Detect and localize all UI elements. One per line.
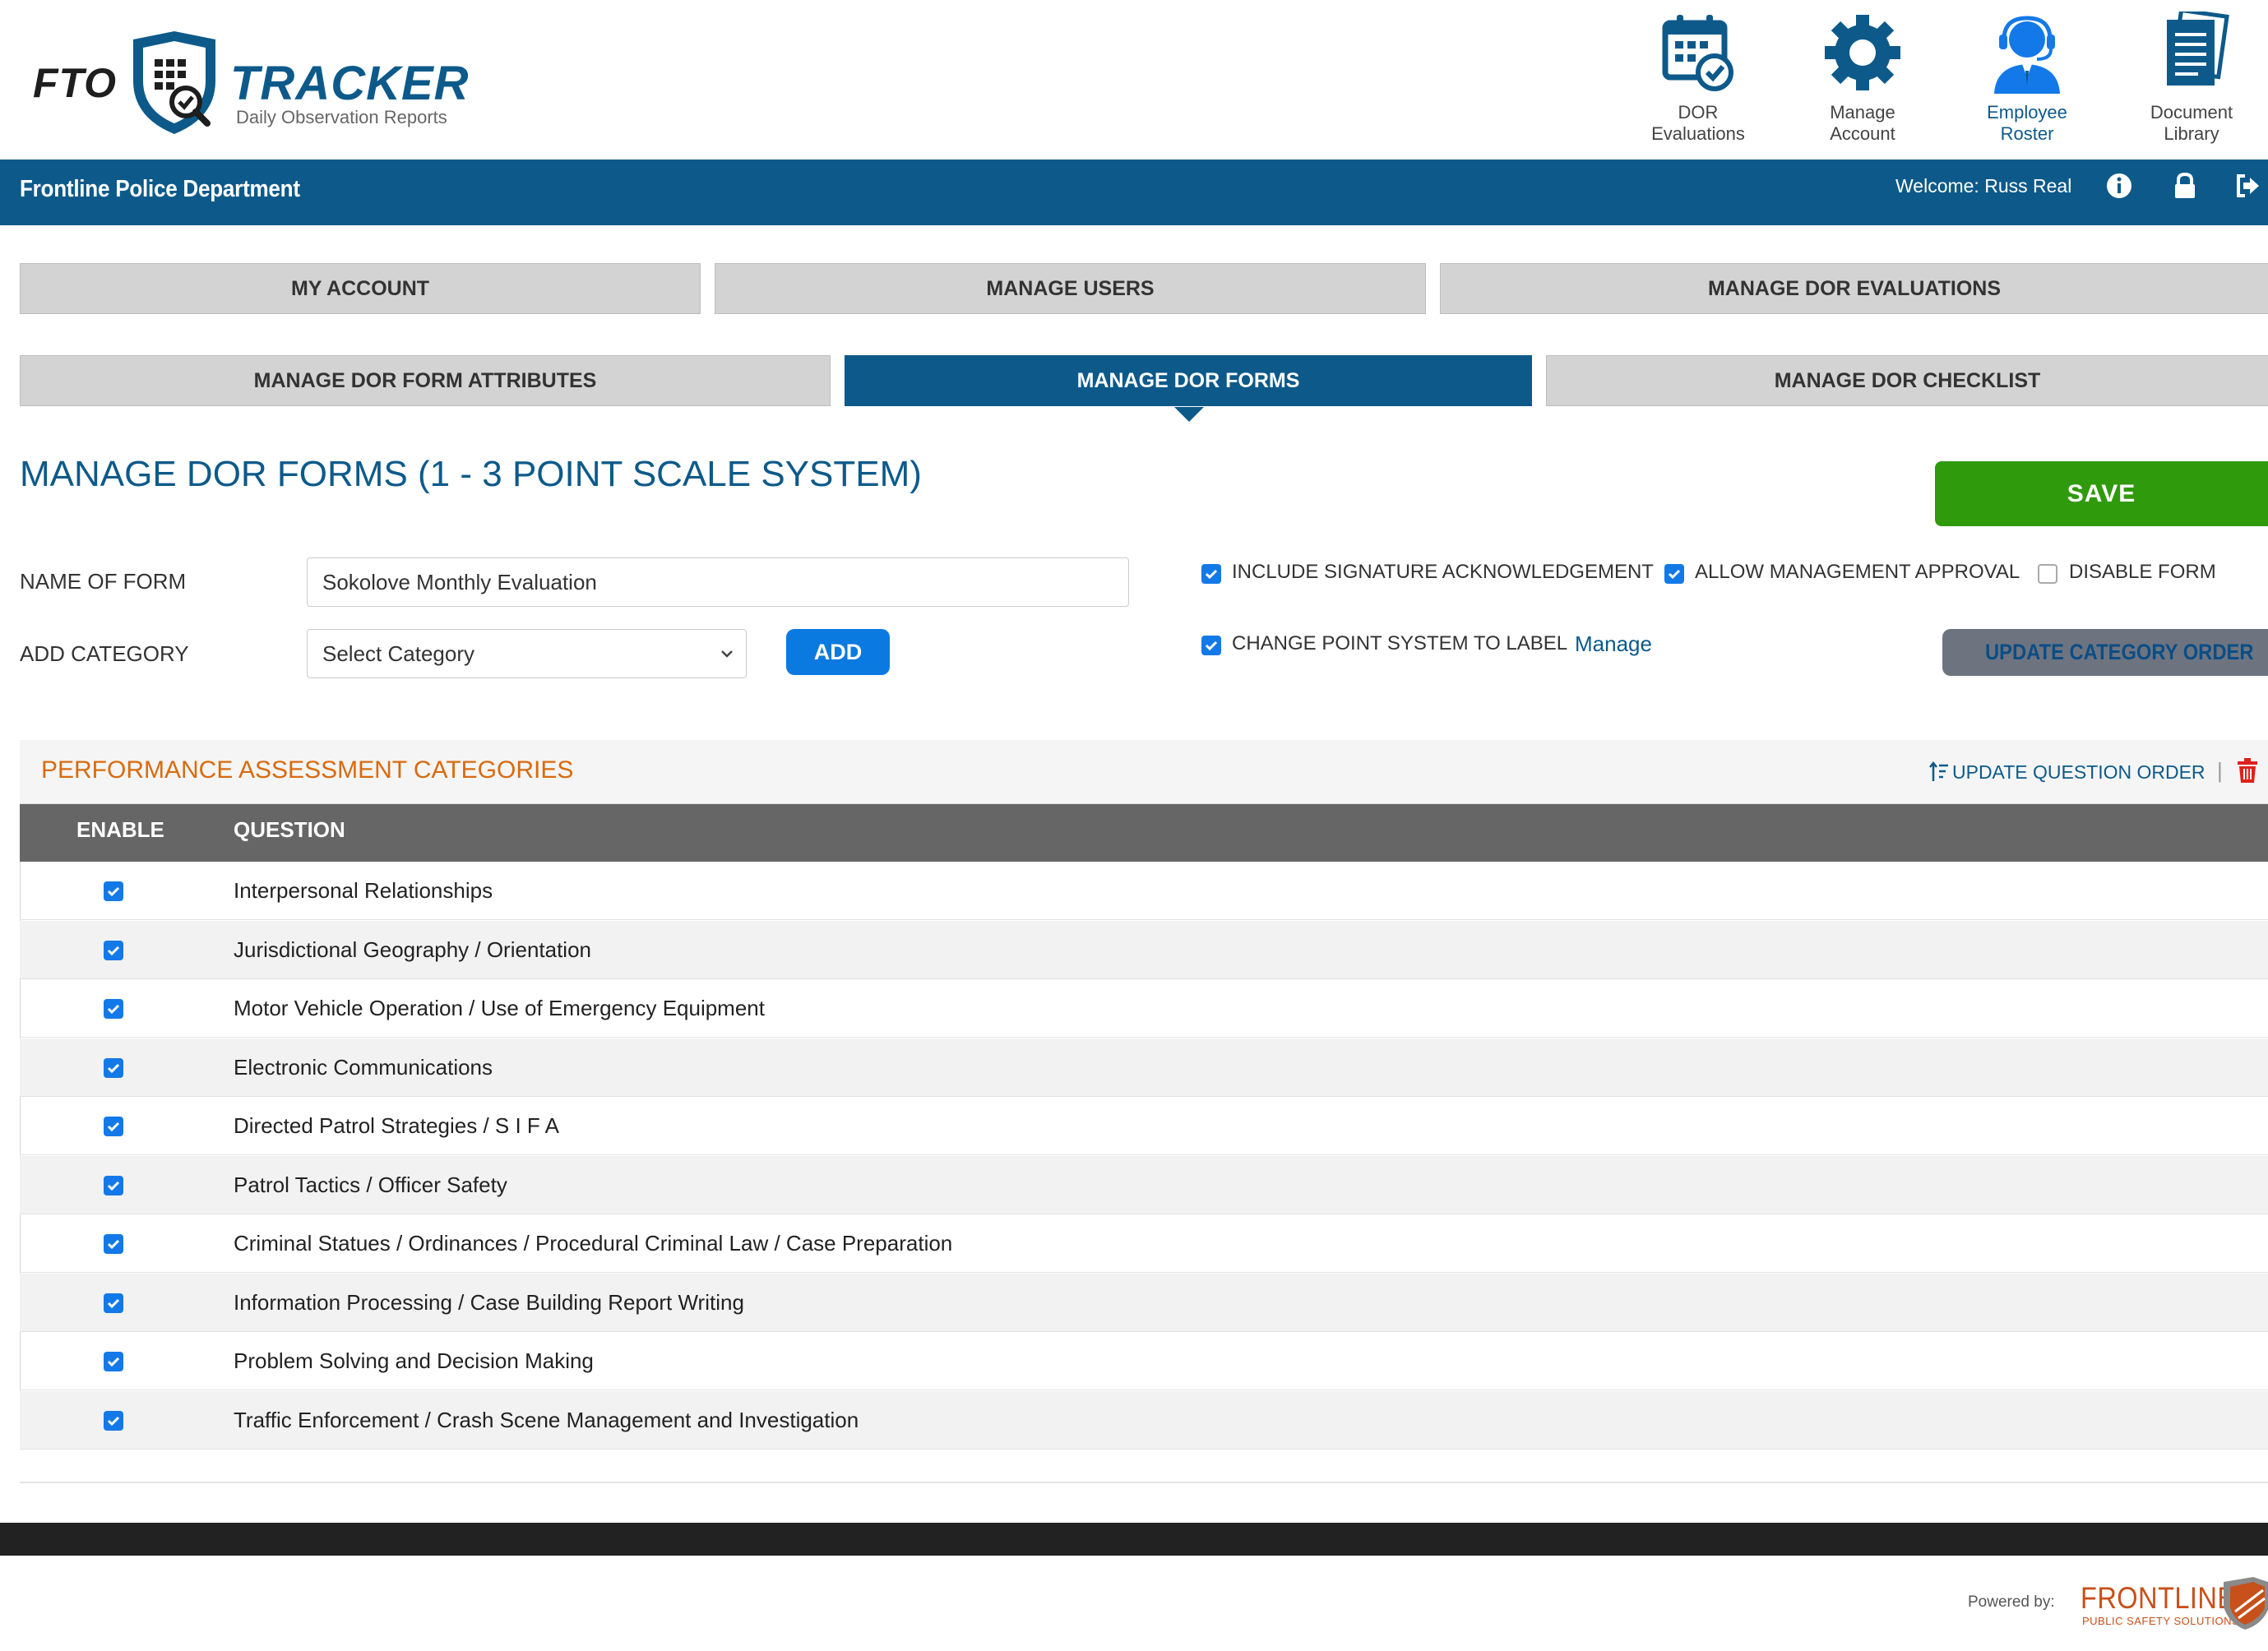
table-row: Problem Solving and Decision Making bbox=[20, 1332, 2268, 1390]
separator: | bbox=[2217, 758, 2223, 783]
enable-checkbox[interactable] bbox=[104, 881, 123, 901]
question-text: Problem Solving and Decision Making bbox=[234, 1348, 594, 1373]
question-text: Motor Vehicle Operation / Use of Emergen… bbox=[234, 996, 765, 1020]
logout-icon[interactable] bbox=[2233, 172, 2261, 200]
enable-checkbox[interactable] bbox=[104, 1293, 123, 1313]
tab-manage-dor-evaluations[interactable]: MANAGE DOR EVALUATIONS bbox=[1440, 263, 2268, 314]
info-icon[interactable] bbox=[2105, 172, 2133, 200]
add-category-label: ADD CATEGORY bbox=[20, 641, 189, 666]
signature-ack-checkbox[interactable] bbox=[1201, 564, 1221, 584]
frontline-shield-icon bbox=[2224, 1577, 2268, 1630]
nav-document-library[interactable]: Document Library bbox=[2118, 12, 2266, 145]
question-text: Jurisdictional Geography / Orientation bbox=[234, 936, 592, 962]
gear-icon bbox=[1825, 15, 1900, 90]
question-text: Traffic Enforcement / Crash Scene Manage… bbox=[234, 1407, 859, 1432]
category-select[interactable]: Select Category bbox=[307, 629, 747, 678]
documents-icon bbox=[2167, 12, 2229, 86]
table-row: Information Processing / Case Building R… bbox=[20, 1273, 2268, 1332]
tab-manage-users[interactable]: MANAGE USERS bbox=[715, 263, 1426, 314]
tab-manage-dor-checklist[interactable]: MANAGE DOR CHECKLIST bbox=[1546, 355, 2268, 406]
frontline-logo-subtitle: PUBLIC SAFETY SOLUTIONS bbox=[2082, 1615, 2240, 1627]
table-row: Patrol Tactics / Officer Safety bbox=[20, 1155, 2268, 1214]
update-category-order-button[interactable]: UPDATE CATEGORY ORDER bbox=[1942, 629, 2268, 676]
point-system-label-checkbox[interactable] bbox=[1201, 636, 1221, 655]
column-question: QUESTION bbox=[234, 817, 345, 842]
form-name-input[interactable] bbox=[307, 557, 1129, 607]
enable-checkbox[interactable] bbox=[104, 1352, 123, 1371]
table-row: Interpersonal Relationships bbox=[20, 862, 2268, 920]
panel-title: PERFORMANCE ASSESSMENT CATEGORIES bbox=[41, 756, 574, 784]
update-question-order-link[interactable]: UPDATE QUESTION ORDER bbox=[1952, 761, 2206, 784]
trash-icon[interactable] bbox=[2237, 758, 2258, 783]
question-text: Directed Patrol Strategies / S I F A bbox=[234, 1113, 559, 1138]
management-approval-checkbox[interactable] bbox=[1664, 564, 1684, 584]
divider bbox=[20, 1482, 2268, 1483]
nav-label: DOR Evaluations bbox=[1651, 102, 1745, 144]
table-row: Motor Vehicle Operation / Use of Emergen… bbox=[20, 979, 2268, 1038]
enable-checkbox[interactable] bbox=[104, 999, 123, 1019]
chevron-down-icon bbox=[721, 650, 733, 658]
manage-labels-link[interactable]: Manage bbox=[1575, 631, 1652, 657]
nav-label: Document Library bbox=[2150, 102, 2233, 144]
enable-checkbox[interactable] bbox=[104, 1117, 123, 1136]
welcome-text: Welcome: Russ Real bbox=[1895, 175, 2072, 197]
logo-shield-icon bbox=[133, 31, 215, 134]
logo-subtitle: Daily Observation Reports bbox=[236, 107, 447, 127]
nav-label: Employee Roster bbox=[1987, 102, 2067, 144]
name-of-form-label: NAME OF FORM bbox=[20, 569, 187, 594]
management-approval-label: ALLOW MANAGEMENT APPROVAL bbox=[1695, 561, 2020, 583]
enable-checkbox[interactable] bbox=[104, 1234, 123, 1254]
table-row: Traffic Enforcement / Crash Scene Manage… bbox=[20, 1390, 2268, 1450]
powered-by-label: Powered by: bbox=[1968, 1593, 2055, 1611]
question-text: Patrol Tactics / Officer Safety bbox=[234, 1172, 507, 1197]
logo-fto-text: FTO bbox=[33, 60, 118, 106]
table-row: Electronic Communications bbox=[20, 1038, 2268, 1097]
save-button[interactable]: SAVE bbox=[1935, 461, 2268, 526]
enable-checkbox[interactable] bbox=[104, 1410, 123, 1431]
lock-icon[interactable] bbox=[2171, 172, 2199, 200]
question-text: Criminal Statues / Ordinances / Procedur… bbox=[234, 1231, 953, 1256]
table-header bbox=[20, 804, 2268, 862]
enable-checkbox[interactable] bbox=[104, 940, 123, 960]
question-text: Interpersonal Relationships bbox=[234, 878, 493, 903]
question-text: Electronic Communications bbox=[234, 1054, 493, 1080]
column-enable: ENABLE bbox=[76, 817, 164, 842]
sort-order-icon[interactable] bbox=[1929, 761, 1949, 783]
table-row: Directed Patrol Strategies / S I F A bbox=[20, 1097, 2268, 1155]
nav-label: Manage Account bbox=[1830, 102, 1895, 144]
disable-form-checkbox[interactable] bbox=[2038, 564, 2057, 584]
nav-dor-evaluations[interactable]: DOR Evaluations bbox=[1624, 12, 1772, 145]
table-row: Criminal Statues / Ordinances / Procedur… bbox=[20, 1214, 2268, 1273]
frontline-logo-text: FRONTLINE bbox=[2081, 1581, 2236, 1615]
disable-form-label: DISABLE FORM bbox=[2069, 561, 2216, 583]
enable-checkbox[interactable] bbox=[104, 1057, 123, 1078]
tab-my-account[interactable]: MY ACCOUNT bbox=[20, 263, 701, 314]
table-row: Jurisdictional Geography / Orientation bbox=[20, 920, 2268, 979]
officer-headset-icon bbox=[1994, 16, 2060, 94]
enable-checkbox[interactable] bbox=[104, 1175, 123, 1195]
update-category-order-label: UPDATE CATEGORY ORDER bbox=[1985, 640, 2254, 664]
point-system-label-text: CHANGE POINT SYSTEM TO LABEL bbox=[1232, 632, 1568, 654]
footer-bar bbox=[0, 1523, 2268, 1556]
nav-employee-roster[interactable]: Employee Roster bbox=[1953, 12, 2101, 145]
tab-manage-dor-form-attributes[interactable]: MANAGE DOR FORM ATTRIBUTES bbox=[20, 355, 831, 406]
question-text: Information Processing / Case Building R… bbox=[234, 1289, 744, 1315]
active-tab-caret bbox=[1174, 407, 1204, 422]
signature-ack-label: INCLUDE SIGNATURE ACKNOWLEDGEMENT bbox=[1232, 561, 1654, 583]
category-select-value: Select Category bbox=[322, 641, 474, 666]
add-category-button[interactable]: ADD bbox=[786, 629, 890, 675]
tab-manage-dor-forms[interactable]: MANAGE DOR FORMS bbox=[845, 355, 1532, 406]
page-title: MANAGE DOR FORMS (1 - 3 POINT SCALE SYST… bbox=[20, 454, 922, 494]
department-name: Frontline Police Department bbox=[20, 176, 300, 202]
logo-tracker-text: TRACKER bbox=[230, 57, 470, 110]
calendar-check-icon bbox=[1662, 15, 1733, 91]
nav-manage-account[interactable]: Manage Account bbox=[1789, 12, 1937, 145]
